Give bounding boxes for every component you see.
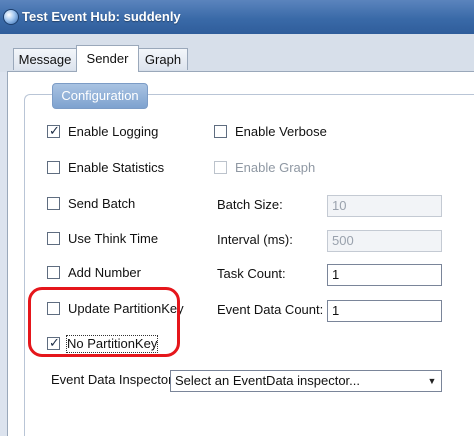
send-batch-checkbox[interactable] <box>47 197 60 210</box>
event-data-inspector-label: Event Data Inspector: <box>51 372 177 387</box>
use-think-time-label[interactable]: Use Think Time <box>68 231 158 247</box>
enable-graph-label: Enable Graph <box>235 160 316 175</box>
chevron-down-icon[interactable]: ▼ <box>423 371 441 391</box>
tab-message[interactable]: Message <box>13 48 77 70</box>
enable-verbose-checkbox[interactable] <box>214 125 227 138</box>
task-count-label: Task Count: <box>217 266 286 281</box>
batch-size-input: 10 <box>327 195 442 217</box>
interval-label: Interval (ms): <box>217 232 293 247</box>
add-number-checkbox[interactable] <box>47 266 60 279</box>
enable-graph-checkbox <box>214 161 227 174</box>
batch-size-label: Batch Size: <box>217 197 283 212</box>
enable-verbose-label[interactable]: Enable Verbose <box>235 124 327 140</box>
enable-statistics-checkbox[interactable] <box>47 161 60 174</box>
tab-graph[interactable]: Graph <box>138 48 188 70</box>
no-partitionkey-label[interactable]: No PartitionKey <box>65 335 159 353</box>
event-data-inspector-select[interactable]: Select an EventData inspector... ▼ <box>170 370 442 392</box>
check-mark-icon: ✓ <box>49 335 60 350</box>
tab-sender[interactable]: Sender <box>76 45 139 72</box>
event-data-count-label: Event Data Count: <box>217 302 324 317</box>
no-partitionkey-checkbox[interactable]: ✓ <box>47 335 60 350</box>
inspector-selected-value: Select an EventData inspector... <box>175 373 360 388</box>
update-partitionkey-checkbox[interactable] <box>47 302 60 315</box>
enable-logging-label[interactable]: Enable Logging <box>68 124 158 140</box>
configuration-header: Configuration <box>52 83 148 109</box>
use-think-time-checkbox[interactable] <box>47 232 60 245</box>
window-title: Test Event Hub: suddenly <box>22 9 181 24</box>
add-number-label[interactable]: Add Number <box>68 265 141 281</box>
enable-statistics-label[interactable]: Enable Statistics <box>68 160 164 176</box>
event-data-count-input[interactable]: 1 <box>327 300 442 322</box>
check-mark-icon: ✓ <box>49 123 60 138</box>
enable-logging-checkbox[interactable]: ✓ <box>47 123 60 138</box>
app-globe-icon <box>3 9 19 25</box>
title-bar[interactable]: Test Event Hub: suddenly <box>0 0 474 35</box>
update-partitionkey-label[interactable]: Update PartitionKey <box>68 301 184 317</box>
interval-input: 500 <box>327 230 442 252</box>
task-count-input[interactable]: 1 <box>327 264 442 286</box>
send-batch-label[interactable]: Send Batch <box>68 196 135 212</box>
